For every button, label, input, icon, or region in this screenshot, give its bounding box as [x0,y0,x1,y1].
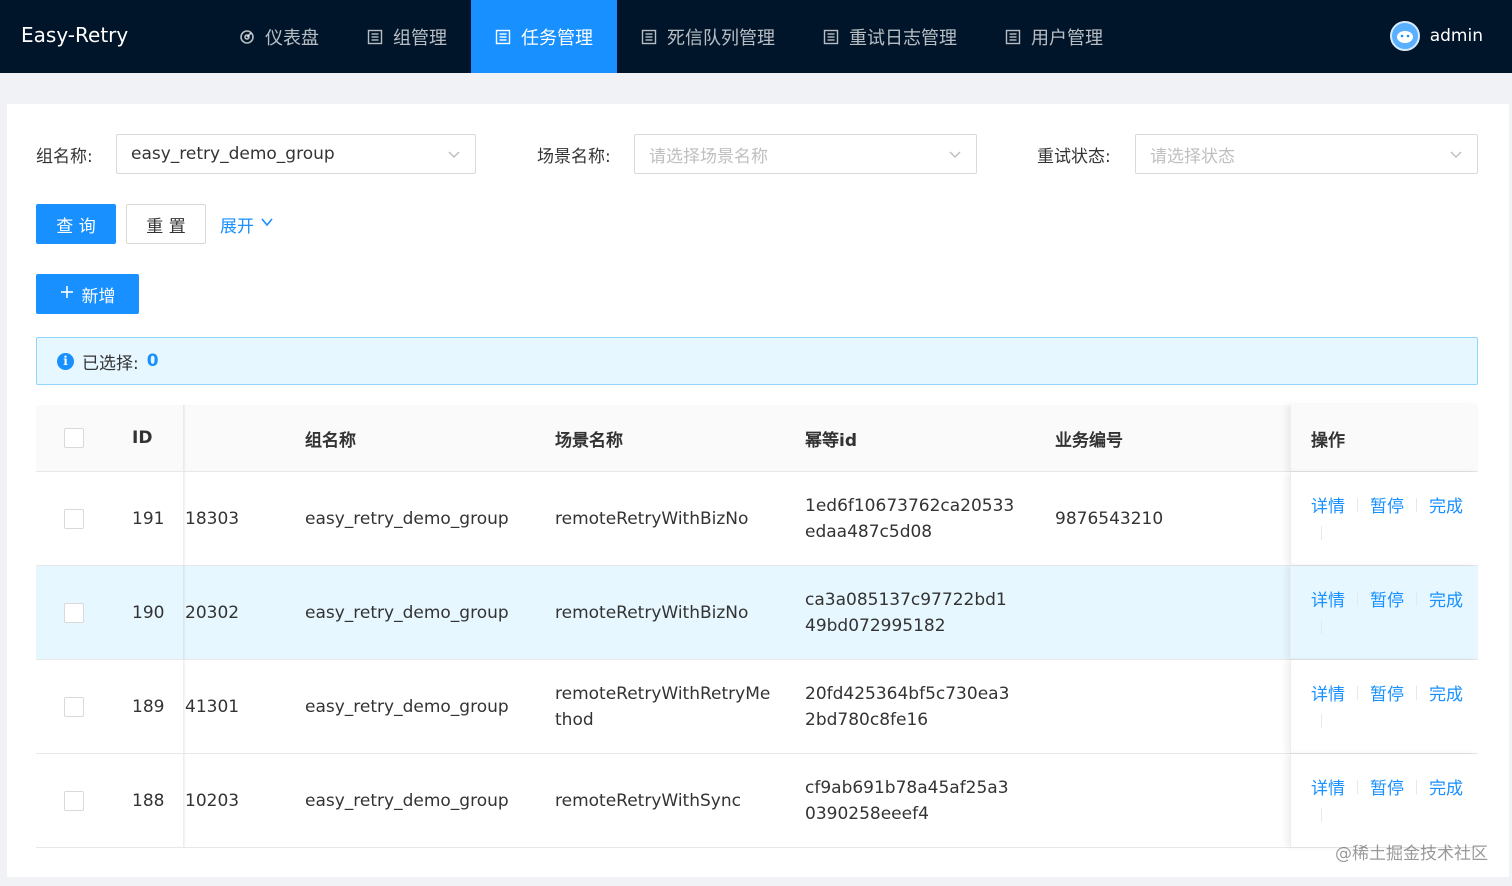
nav-item-retry-log[interactable]: 重试日志管理 [799,0,981,73]
cell-group: easy_retry_demo_group [305,508,509,529]
cell-code: 41301 [185,696,240,717]
cell-scene: remoteRetryWithBizNo [555,508,749,529]
expand-link[interactable]: 展开 [220,204,274,244]
list-icon [1005,29,1021,45]
detail-link[interactable]: 详情 [1311,774,1345,799]
main-nav: 仪表盘 组管理 任务管理 死信队列管理 重试日志管理 用户管理 [215,0,1127,73]
pause-link[interactable]: 暂停 [1370,774,1404,799]
query-button[interactable]: 查 询 [36,204,116,244]
cell-scene: remoteRetryWithRetryMe thod [555,683,771,730]
finish-link[interactable]: 完成 [1429,586,1463,611]
pause-link[interactable]: 暂停 [1370,586,1404,611]
top-navbar: Easy-Retry 仪表盘 组管理 任务管理 死信队列管理 重试日志管理 用户… [0,0,1512,73]
nav-item-dead-letter[interactable]: 死信队列管理 [617,0,799,73]
table-row[interactable]: 188 10203 easy_retry_demo_group remoteRe… [36,754,1478,848]
cell-id: 191 [132,508,165,529]
nav-item-label: 死信队列管理 [667,27,775,49]
avatar [1389,21,1420,51]
row-actions: 详情 暂停 完成 [1311,774,1463,799]
selection-alert: i 已选择: 0 [36,337,1478,385]
app-title[interactable]: Easy-Retry [21,0,128,73]
list-icon [367,29,383,45]
cell-group: easy_retry_demo_group [305,602,509,623]
user-name: admin [1429,26,1483,46]
cell-biz-no: 9876543210 [1055,508,1164,529]
cell-scene: remoteRetryWithBizNo [555,602,749,623]
row-checkbox[interactable] [64,790,84,811]
column-header-idempotent-id[interactable]: 幂等id [805,405,857,471]
nav-item-label: 仪表盘 [265,27,319,49]
row-actions: 详情 暂停 完成 [1311,492,1463,517]
cell-scene: remoteRetryWithSync [555,790,741,811]
reset-button[interactable]: 重 置 [126,204,206,244]
cell-id: 189 [132,696,165,717]
list-icon [823,29,839,45]
nav-item-task[interactable]: 任务管理 [471,0,617,73]
user-menu[interactable]: admin [1389,19,1483,53]
cell-id: 190 [132,602,165,623]
selection-label: 已选择: [82,353,139,374]
selection-count: 0 [146,351,159,371]
list-icon [641,29,657,45]
cell-idempotent-id: ca3a085137c97722bd1 49bd072995182 [805,589,1007,636]
pause-link[interactable]: 暂停 [1370,492,1404,517]
detail-link[interactable]: 详情 [1311,586,1345,611]
detail-link[interactable]: 详情 [1311,680,1345,705]
cell-idempotent-id: 20fd425364bf5c730ea3 2bd780c8fe16 [805,683,1010,730]
nav-item-group[interactable]: 组管理 [343,0,471,73]
column-header-id[interactable]: ID [132,405,152,471]
finish-link[interactable]: 完成 [1429,492,1463,517]
table-row[interactable]: 189 41301 easy_retry_demo_group remoteRe… [36,660,1478,754]
group-filter-label: 组名称: [36,146,93,167]
detail-link[interactable]: 详情 [1311,492,1345,517]
table-header: ID 组名称 场景名称 幂等id 业务编号 操作 [36,405,1478,472]
table-row[interactable]: 190 20302 easy_retry_demo_group remoteRe… [36,566,1478,660]
row-checkbox[interactable] [64,696,84,717]
task-table: ID 组名称 场景名称 幂等id 业务编号 操作 191 18303 easy_… [36,405,1478,848]
cell-group: easy_retry_demo_group [305,790,509,811]
column-header-scene[interactable]: 场景名称 [555,405,623,471]
row-actions: 详情 暂停 完成 [1311,680,1463,705]
chevron-down-icon [447,146,461,166]
list-icon [495,29,511,45]
finish-link[interactable]: 完成 [1429,774,1463,799]
add-button[interactable]: 新增 [36,274,139,314]
table-row[interactable]: 191 18303 easy_retry_demo_group remoteRe… [36,472,1478,566]
row-checkbox[interactable] [64,508,84,529]
row-checkbox[interactable] [64,602,84,623]
scene-filter-label: 场景名称: [537,146,611,167]
plus-icon [60,284,74,304]
column-header-actions: 操作 [1311,430,1345,451]
cell-id: 188 [132,790,165,811]
watermark: @稀土掘金技术社区 [1335,844,1488,864]
content-card: 组名称: easy_retry_demo_group 场景名称: 请选择场景名称… [7,104,1509,877]
group-select[interactable]: easy_retry_demo_group [116,134,476,174]
cell-group: easy_retry_demo_group [305,696,509,717]
cell-code: 10203 [185,790,240,811]
cell-idempotent-id: cf9ab691b78a45af25a3 0390258eeef4 [805,777,1009,824]
cell-code: 18303 [185,508,240,529]
status-filter-label: 重试状态: [1037,146,1111,167]
select-all-checkbox[interactable] [64,428,84,448]
nav-item-label: 任务管理 [521,27,593,49]
pause-link[interactable]: 暂停 [1370,680,1404,705]
scene-select[interactable]: 请选择场景名称 [634,134,977,174]
finish-link[interactable]: 完成 [1429,680,1463,705]
nav-item-label: 组管理 [393,27,447,49]
column-header-group[interactable]: 组名称 [305,405,356,471]
cell-idempotent-id: 1ed6f10673762ca20533 edaa487c5d08 [805,495,1015,542]
chevron-down-icon [1449,146,1463,166]
nav-item-dashboard[interactable]: 仪表盘 [215,0,343,73]
chevron-down-icon [260,214,274,234]
status-select[interactable]: 请选择状态 [1135,134,1478,174]
nav-item-label: 重试日志管理 [849,27,957,49]
column-header-biz-no[interactable]: 业务编号 [1055,405,1123,471]
dashboard-icon [239,29,255,45]
nav-item-label: 用户管理 [1031,27,1103,49]
nav-item-user[interactable]: 用户管理 [981,0,1127,73]
info-icon: i [57,352,74,370]
cell-code: 20302 [185,602,240,623]
chevron-down-icon [948,146,962,166]
row-actions: 详情 暂停 完成 [1311,586,1463,611]
